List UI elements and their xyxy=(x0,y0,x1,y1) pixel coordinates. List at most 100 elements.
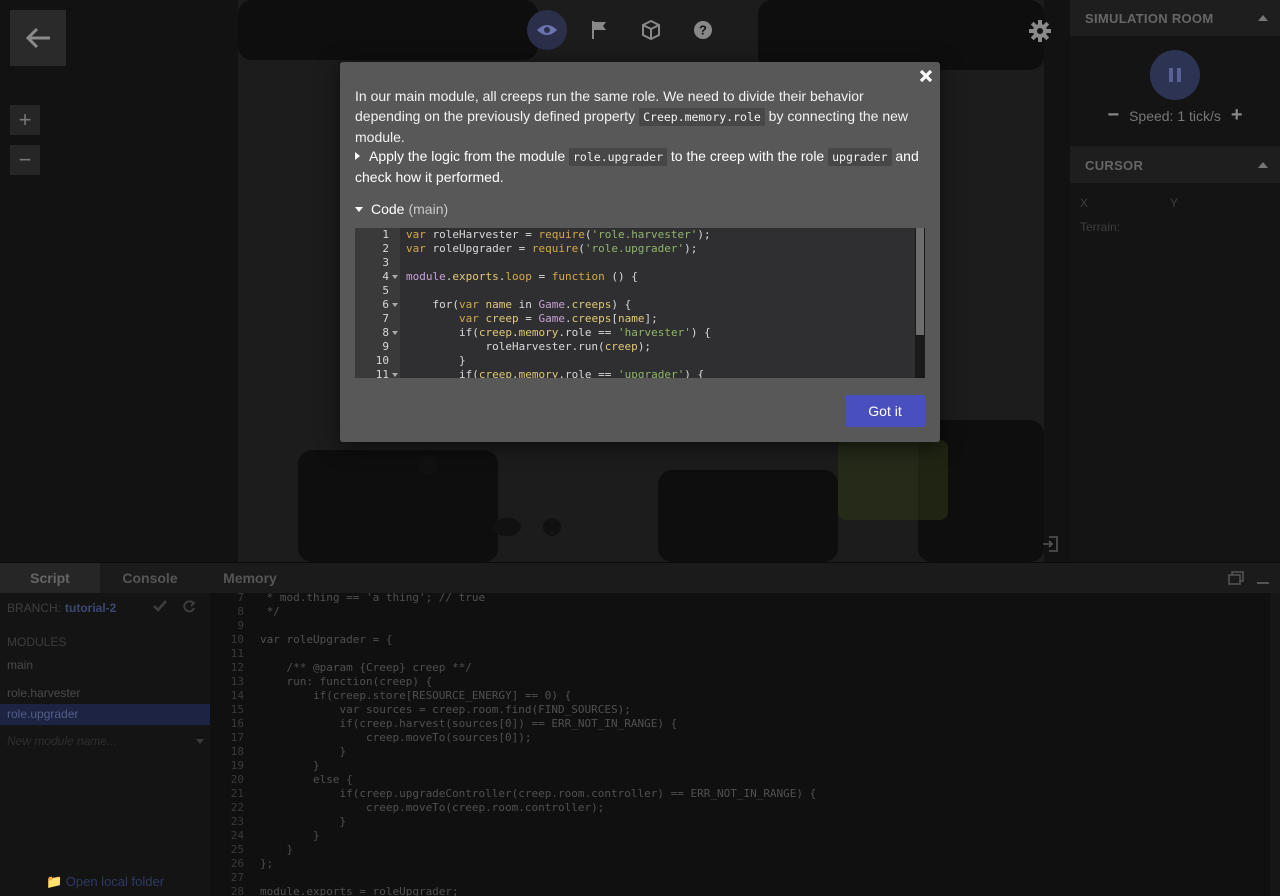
simulation-room-header[interactable]: SIMULATION ROOM xyxy=(1070,0,1280,36)
close-icon[interactable] xyxy=(918,68,934,84)
editor-line: 7 * mod.thing == 'a thing'; // true xyxy=(210,593,1260,605)
speed-control: − Speed: 1 tick/s + xyxy=(1070,104,1280,127)
view-mode-button[interactable] xyxy=(527,10,567,50)
zoom-in-button[interactable]: + xyxy=(10,105,40,135)
code-scrollbar[interactable] xyxy=(915,228,925,378)
module-item-role-harvester[interactable]: role.harvester xyxy=(0,683,210,704)
tab-script[interactable]: Script xyxy=(0,563,100,593)
zoom-out-button[interactable]: − xyxy=(10,145,40,175)
line-number: 5 xyxy=(382,284,389,297)
code-text: * mod.thing == 'a thing'; // true xyxy=(260,593,486,604)
got-it-button[interactable]: Got it xyxy=(845,395,925,427)
back-button[interactable] xyxy=(10,10,66,66)
code-line: 8 if(creep.memory.role == 'harvester') { xyxy=(355,326,915,340)
code-text: module.exports.loop = function () { xyxy=(406,270,638,283)
settings-button[interactable] xyxy=(1024,15,1056,47)
panel-window-controls xyxy=(1228,571,1270,585)
cursor-x-label: X xyxy=(1080,196,1089,210)
code-line: 2 var roleUpgrader = require('role.upgrad… xyxy=(355,242,915,256)
help-button[interactable]: ? xyxy=(683,10,723,50)
line-number: 14 xyxy=(230,689,244,702)
code-text: for(var name in Game.creeps) { xyxy=(406,298,632,311)
line-number: 8 xyxy=(382,326,389,339)
construct-button[interactable] xyxy=(631,10,671,50)
editor-line: 8 */ xyxy=(210,605,1260,619)
branch-selector[interactable]: BRANCH: tutorial-2 xyxy=(0,593,210,623)
minimize-icon[interactable] xyxy=(1256,571,1270,585)
code-text: } xyxy=(260,745,347,758)
pause-icon-bar xyxy=(1177,68,1181,82)
line-number: 7 xyxy=(382,312,389,325)
code-editor[interactable]: 7 * mod.thing == 'a thing'; // true 8 */9… xyxy=(210,593,1270,896)
editor-line: 17 creep.moveTo(sources[0]); xyxy=(210,731,1260,745)
code-text: /** @param {Creep} creep **/ xyxy=(260,661,472,674)
cursor-title: CURSOR xyxy=(1085,157,1144,173)
cursor-header[interactable]: CURSOR xyxy=(1070,147,1280,183)
line-number: 17 xyxy=(230,731,244,744)
speed-increase-button[interactable]: + xyxy=(1231,104,1243,127)
editor-line: 11 xyxy=(210,647,1260,661)
line-number: 23 xyxy=(230,815,244,828)
check-icon[interactable] xyxy=(153,600,167,612)
fold-arrow-icon[interactable] xyxy=(392,275,398,279)
branch-name[interactable]: tutorial-2 xyxy=(65,601,116,615)
open-local-folder-link[interactable]: 📁 Open local folder xyxy=(0,874,210,890)
speed-decrease-button[interactable]: − xyxy=(1107,104,1119,127)
terrain-rock xyxy=(418,455,438,475)
chevron-down-icon[interactable] xyxy=(196,739,204,744)
code-text: } xyxy=(260,759,320,772)
fold-arrow-icon[interactable] xyxy=(392,303,398,307)
line-number: 15 xyxy=(230,703,244,716)
terrain-rock xyxy=(543,518,561,536)
caret-right-icon xyxy=(355,152,360,161)
revert-icon[interactable] xyxy=(182,600,196,614)
help-icon: ? xyxy=(694,21,712,39)
new-module-placeholder: New module name... xyxy=(7,734,118,748)
inline-code-upgrader: upgrader xyxy=(828,148,892,166)
tab-memory[interactable]: Memory xyxy=(200,563,300,593)
editor-line: 21 if(creep.upgradeController(creep.room… xyxy=(210,787,1260,801)
code-text: else { xyxy=(260,773,353,786)
pause-button[interactable] xyxy=(1150,50,1200,100)
line-number: 3 xyxy=(382,256,389,269)
line-number: 4 xyxy=(382,270,389,283)
flag-icon xyxy=(592,21,606,39)
code-line: 7 var creep = Game.creeps[name]; xyxy=(355,312,915,326)
fold-arrow-icon[interactable] xyxy=(392,373,398,377)
terrain-rock xyxy=(493,518,521,536)
code-scrollbar-thumb[interactable] xyxy=(916,228,924,335)
code-text: } xyxy=(260,829,320,842)
fold-arrow-icon[interactable] xyxy=(392,331,398,335)
tutorial-task[interactable]: Apply the logic from the module role.upg… xyxy=(355,146,925,187)
code-section-toggle[interactable]: Code (main) xyxy=(355,201,448,217)
line-number: 2 xyxy=(382,242,389,255)
code-snippet-box[interactable]: 1 var roleHarvester = require('role.harve… xyxy=(355,228,925,378)
module-item-main[interactable]: main xyxy=(0,655,210,676)
code-text: if(creep.upgradeController(creep.room.co… xyxy=(260,787,817,800)
code-text: roleHarvester.run(creep); xyxy=(406,340,652,353)
modules-label: MODULES xyxy=(7,635,67,649)
code-text: var creep = Game.creeps[name]; xyxy=(458,312,658,325)
right-panel: SIMULATION ROOM − Speed: 1 tick/s + CURS… xyxy=(1070,0,1280,562)
editor-line: 15 var sources = creep.room.find(FIND_SO… xyxy=(210,703,1260,717)
code-text: if(creep.harvest(sources[0]) == ERR_NOT_… xyxy=(260,717,678,730)
code-text: var roleHarvester = require('role.harves… xyxy=(406,228,711,241)
popout-window-icon[interactable] xyxy=(1228,571,1244,585)
module-item-role-upgrader[interactable]: role.upgrader xyxy=(0,704,210,725)
inline-code-memory-role: Creep.memory.role xyxy=(639,108,765,126)
inline-code-role-upgrader: role.upgrader xyxy=(569,148,668,166)
sign-in-icon[interactable] xyxy=(1042,535,1060,553)
flag-button[interactable] xyxy=(579,10,619,50)
code-text: run: function(creep) { xyxy=(260,675,433,688)
editor-line: 18 } xyxy=(210,745,1260,759)
code-text: }; xyxy=(260,857,274,870)
tab-console[interactable]: Console xyxy=(100,563,200,593)
arrow-left-icon xyxy=(25,27,50,49)
collapse-caret-icon[interactable] xyxy=(1258,162,1268,168)
terrain-wall xyxy=(238,0,538,60)
new-module-input[interactable]: New module name... xyxy=(0,730,210,752)
line-number: 26 xyxy=(230,857,244,870)
cursor-info: X Y Terrain: xyxy=(1070,183,1280,303)
collapse-caret-icon[interactable] xyxy=(1258,15,1268,21)
line-number: 11 xyxy=(230,647,244,660)
